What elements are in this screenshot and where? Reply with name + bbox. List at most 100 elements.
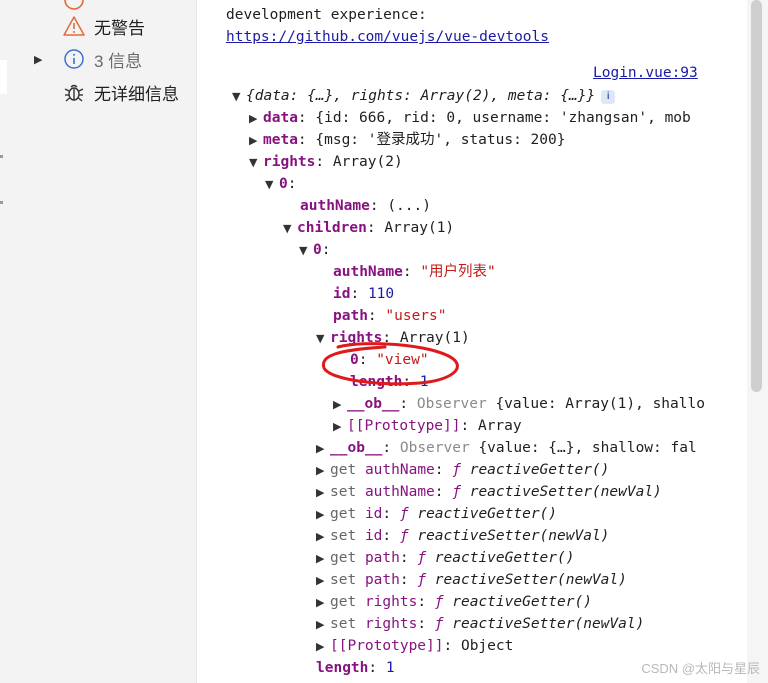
prop-string: "view" bbox=[376, 352, 429, 368]
prop-preview: Array bbox=[477, 418, 522, 434]
accessor-word: get bbox=[330, 594, 357, 610]
tree-node-inner-rights[interactable]: ▼ rights: Array(1) bbox=[316, 327, 470, 349]
prop-key: id bbox=[364, 506, 383, 522]
tree-node-children[interactable]: ▼ children: Array(1) bbox=[283, 217, 454, 239]
prop-key: __ob__ bbox=[330, 440, 383, 456]
tree-node-inner-0: 0: "view" bbox=[350, 352, 429, 368]
tree-node-meta[interactable]: ▶ meta: {msg: '登录成功', status: 200} bbox=[249, 129, 565, 151]
tree-node-child-index-0[interactable]: ▼ 0: bbox=[299, 239, 330, 261]
bug-icon bbox=[62, 80, 86, 104]
expand-arrow-icon[interactable]: ▶ bbox=[333, 394, 347, 416]
function-symbol: ƒ bbox=[417, 572, 427, 588]
tree-node-inner-ob[interactable]: ▶ __ob__: Observer {value: Array(1), shal… bbox=[333, 393, 705, 415]
tree-node-inner-length: length: 1 bbox=[350, 374, 429, 390]
prop-key: authName bbox=[364, 484, 435, 500]
expand-arrow-icon[interactable]: ▶ bbox=[34, 53, 48, 66]
tree-node-set-rights[interactable]: ▶ set rights: ƒ reactiveSetter(newVal) bbox=[316, 613, 644, 635]
accessor-word: get bbox=[330, 550, 357, 566]
prop-string: "用户列表" bbox=[420, 264, 496, 280]
prop-preview[interactable]: (...) bbox=[387, 198, 431, 214]
tree-node-authname[interactable]: authName: (...) bbox=[300, 195, 431, 217]
function-name: reactiveGetter() bbox=[434, 550, 575, 566]
prop-key: rights bbox=[330, 330, 383, 346]
tree-node-child-ob[interactable]: ▶ __ob__: Observer {value: {…}, shallow: … bbox=[316, 437, 697, 459]
watermark: CSDN @太阳与星辰 bbox=[641, 661, 760, 676]
tree-node-set-path[interactable]: ▶ set path: ƒ reactiveSetter(newVal) bbox=[316, 569, 627, 591]
expand-arrow-icon[interactable]: ▶ bbox=[316, 438, 330, 460]
expand-arrow-icon[interactable]: ▶ bbox=[333, 416, 347, 438]
expand-arrow-icon[interactable]: ▶ bbox=[249, 130, 263, 152]
prop-key: id bbox=[364, 528, 383, 544]
prop-preview: Array(2) bbox=[332, 154, 403, 170]
function-name: reactiveSetter(newVal) bbox=[452, 616, 645, 632]
info-badge-icon[interactable]: i bbox=[601, 90, 616, 104]
prop-preview: Object bbox=[460, 638, 514, 654]
tree-node-child-proto[interactable]: ▶ [[Prototype]]: Object bbox=[316, 635, 513, 657]
tree-root[interactable]: ▼ {data: {…}, rights: Array(2), meta: {…}… bbox=[232, 85, 616, 108]
prop-string: "users" bbox=[385, 308, 447, 324]
prop-key: id bbox=[333, 286, 351, 302]
tree-node-get-authname[interactable]: ▶ get authName: ƒ reactiveGetter() bbox=[316, 459, 609, 481]
expand-arrow-icon[interactable]: ▶ bbox=[316, 482, 330, 504]
sidebar-marker bbox=[0, 155, 3, 158]
tree-node-data[interactable]: ▶ data: {id: 666, rid: 0, username: 'zhan… bbox=[249, 107, 691, 129]
accessor-word: set bbox=[330, 484, 357, 500]
tree-node-children-length: length: 1 bbox=[316, 660, 395, 676]
prop-preview: {value: Array(1), shallo bbox=[495, 396, 705, 412]
collapse-arrow-icon[interactable]: ▼ bbox=[299, 240, 313, 262]
source-link[interactable]: Login.vue:93 bbox=[593, 62, 698, 84]
warning-icon bbox=[62, 14, 86, 38]
prop-type: Observer bbox=[416, 396, 487, 412]
collapse-arrow-icon[interactable]: ▼ bbox=[232, 86, 246, 108]
prop-key: [[Prototype]] bbox=[347, 418, 461, 434]
accessor-word: set bbox=[330, 572, 357, 588]
prop-preview: {id: 666, rid: 0, username: 'zhangsan', … bbox=[315, 110, 691, 126]
expand-arrow-icon[interactable]: ▶ bbox=[316, 614, 330, 636]
sidebar-item-warnings[interactable]: 无警告 bbox=[34, 14, 145, 38]
prop-key: 0 bbox=[313, 242, 322, 258]
collapse-arrow-icon[interactable]: ▼ bbox=[283, 218, 297, 240]
sidebar-item-errors[interactable] bbox=[34, 0, 94, 12]
function-name: reactiveSetter(newVal) bbox=[417, 528, 610, 544]
expand-arrow-icon[interactable]: ▶ bbox=[316, 526, 330, 548]
console-sidebar: 无警告 ▶ 3 信息 无详细信息 bbox=[0, 0, 196, 683]
expand-arrow-icon[interactable]: ▶ bbox=[316, 460, 330, 482]
prop-key: path bbox=[364, 550, 400, 566]
tree-node-path: path: "users" bbox=[333, 308, 447, 324]
expand-arrow-icon[interactable]: ▶ bbox=[316, 548, 330, 570]
sidebar-item-info[interactable]: ▶ 3 信息 bbox=[34, 47, 142, 71]
prop-key: 0 bbox=[350, 352, 359, 368]
prop-key: path bbox=[364, 572, 400, 588]
collapse-arrow-icon[interactable]: ▼ bbox=[316, 328, 330, 350]
scrollbar-thumb[interactable] bbox=[751, 0, 762, 392]
expand-arrow-icon[interactable]: ▶ bbox=[249, 108, 263, 130]
expand-arrow-icon[interactable]: ▶ bbox=[316, 636, 330, 658]
expand-arrow-icon[interactable]: ▶ bbox=[316, 504, 330, 526]
tree-node-get-rights[interactable]: ▶ get rights: ƒ reactiveGetter() bbox=[316, 591, 592, 613]
tree-node-get-path[interactable]: ▶ get path: ƒ reactiveGetter() bbox=[316, 547, 574, 569]
prop-key: length bbox=[316, 660, 369, 676]
function-name: reactiveSetter(newVal) bbox=[469, 484, 662, 500]
tree-node-index-0[interactable]: ▼ 0: bbox=[265, 173, 296, 195]
collapse-arrow-icon[interactable]: ▼ bbox=[249, 152, 263, 174]
function-symbol: ƒ bbox=[434, 616, 444, 632]
collapse-arrow-icon[interactable]: ▼ bbox=[265, 174, 279, 196]
vertical-scrollbar[interactable] bbox=[747, 0, 768, 683]
prop-key: __ob__ bbox=[347, 396, 400, 412]
tree-node-set-authname[interactable]: ▶ set authName: ƒ reactiveSetter(newVal) bbox=[316, 481, 662, 503]
info-icon bbox=[62, 47, 86, 71]
expand-arrow-icon[interactable]: ▶ bbox=[316, 592, 330, 614]
console-message-link[interactable]: https://github.com/vuejs/vue-devtools bbox=[226, 26, 549, 48]
sidebar-item-verbose[interactable]: 无详细信息 bbox=[34, 80, 179, 104]
expand-arrow-icon[interactable]: ▶ bbox=[316, 570, 330, 592]
prop-preview: Array(1) bbox=[384, 220, 455, 236]
tree-node-get-id[interactable]: ▶ get id: ƒ reactiveGetter() bbox=[316, 503, 557, 525]
tree-node-inner-proto[interactable]: ▶ [[Prototype]]: Array bbox=[333, 415, 522, 437]
function-symbol: ƒ bbox=[399, 528, 409, 544]
sidebar-item-label: 无详细信息 bbox=[94, 84, 179, 104]
tree-node-rights[interactable]: ▼ rights: Array(2) bbox=[249, 151, 403, 173]
accessor-word: set bbox=[330, 528, 357, 544]
prop-key: 0 bbox=[279, 176, 288, 192]
tree-node-set-id[interactable]: ▶ set id: ƒ reactiveSetter(newVal) bbox=[316, 525, 609, 547]
prop-type: Observer bbox=[399, 440, 470, 456]
